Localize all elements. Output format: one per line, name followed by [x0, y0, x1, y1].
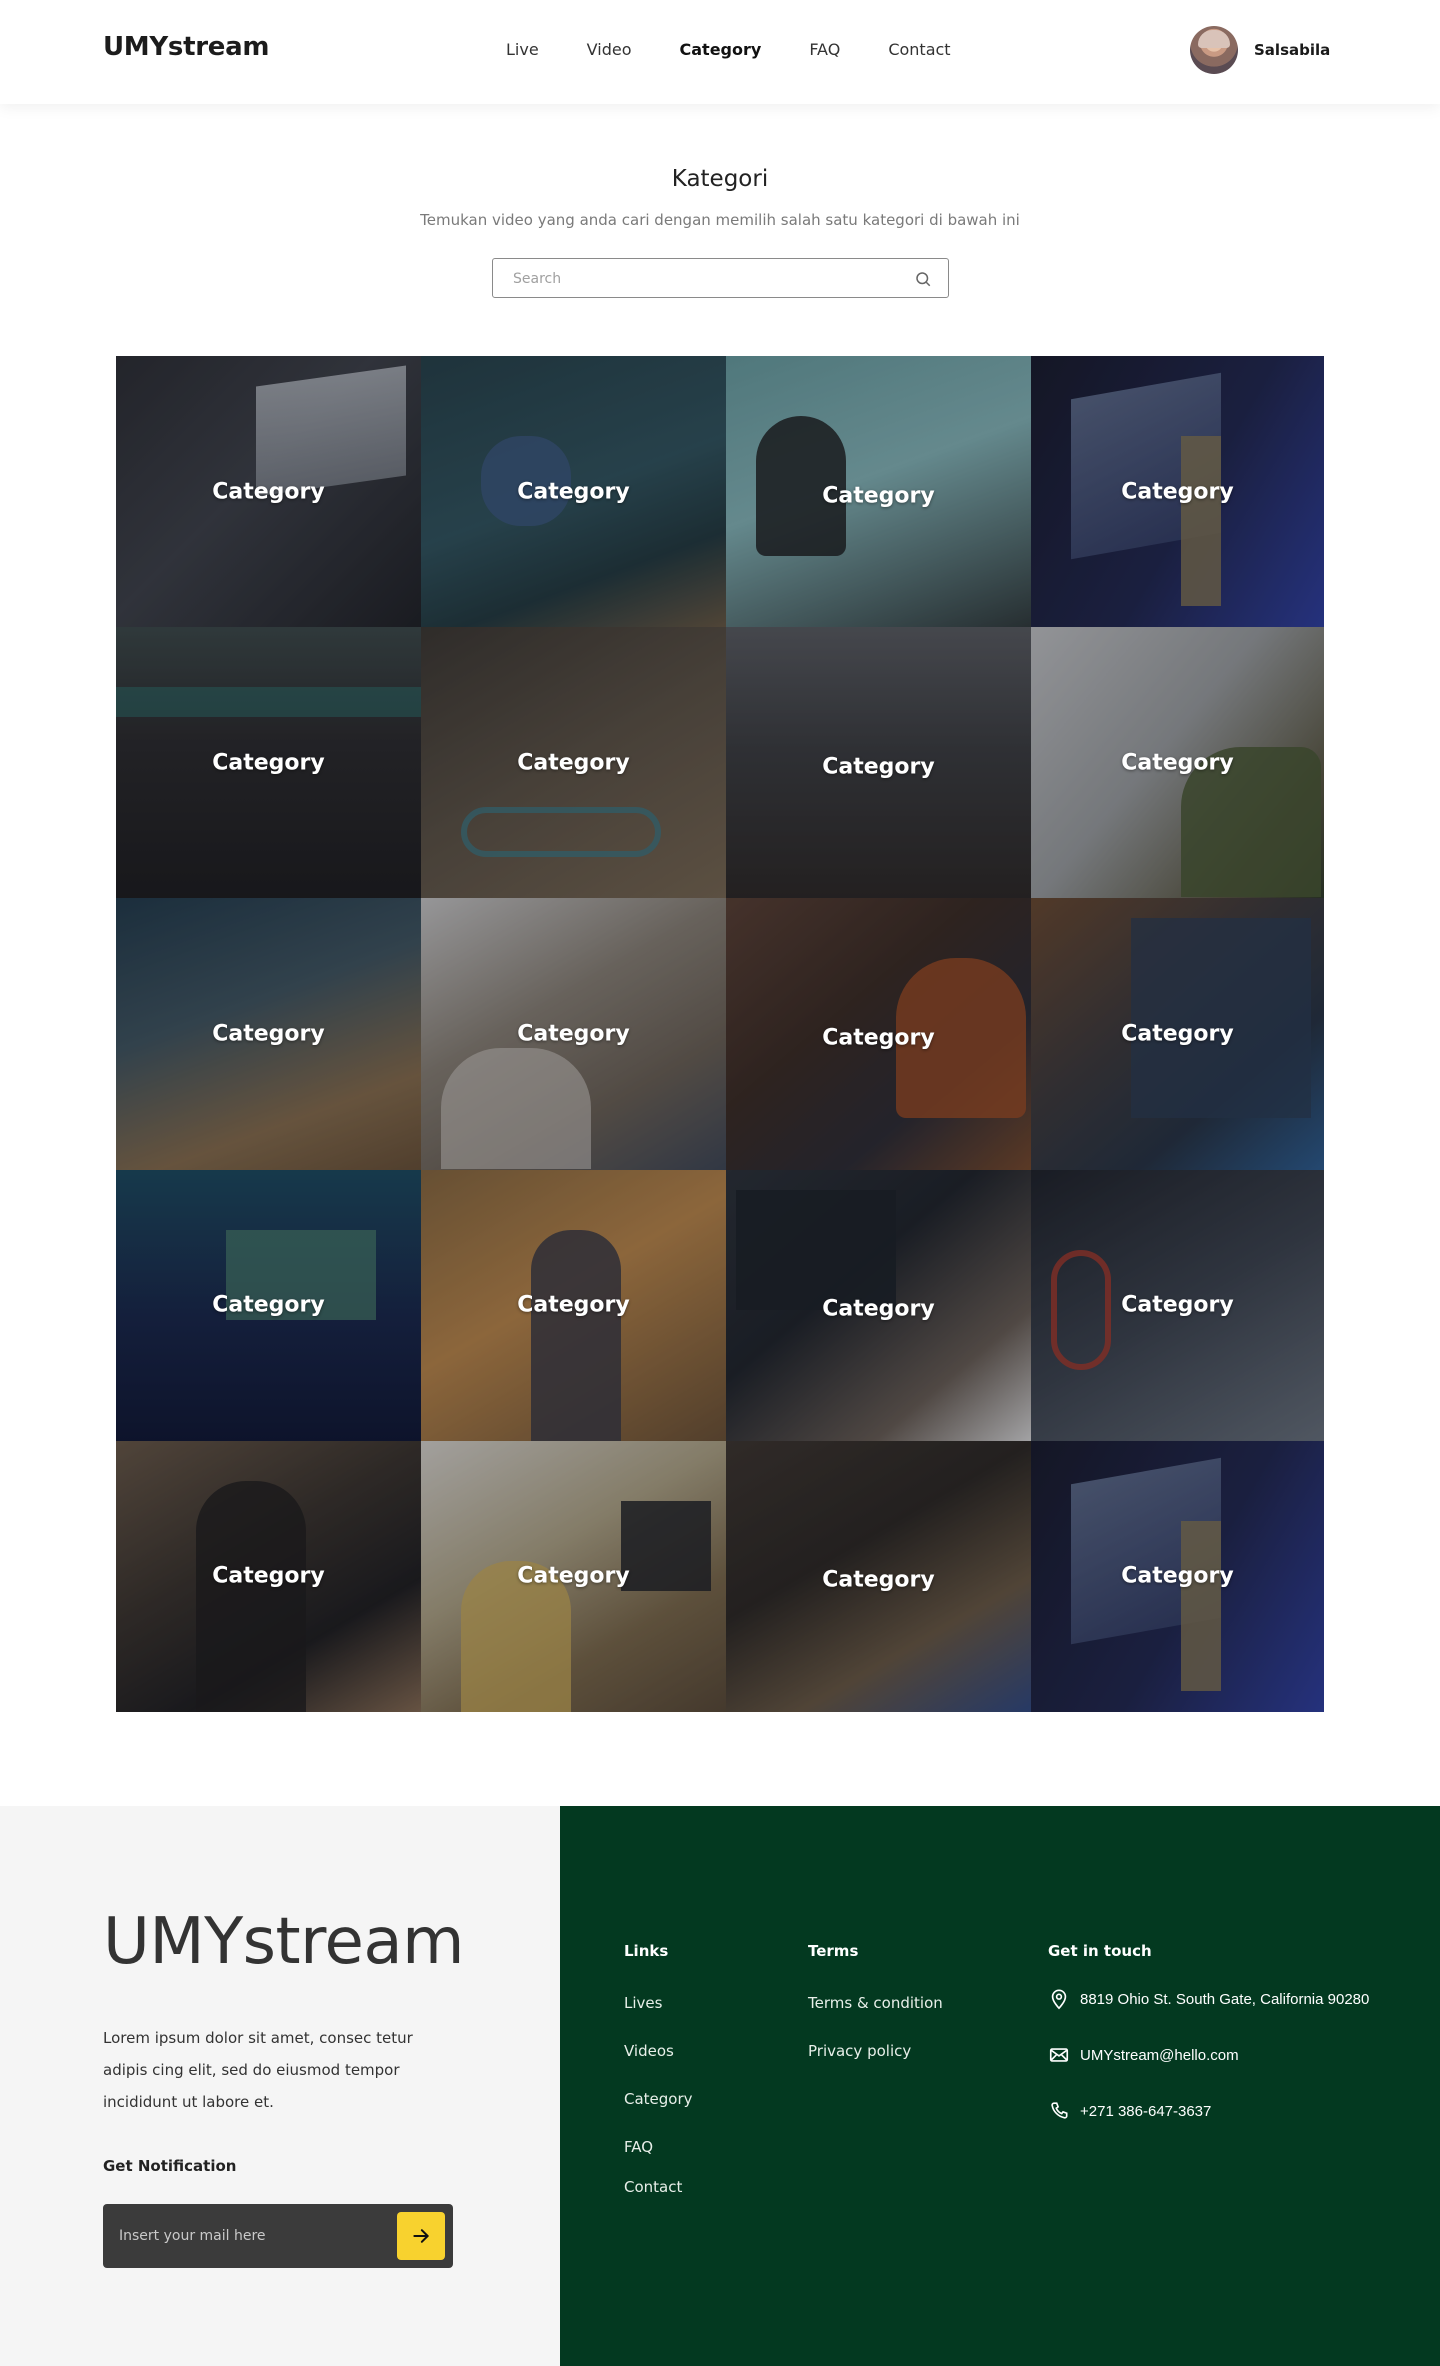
category-tile[interactable]: Category: [1031, 627, 1324, 899]
category-tile[interactable]: Category: [1031, 1169, 1324, 1441]
category-tile[interactable]: Category: [726, 898, 1031, 1170]
category-label: Category: [822, 1296, 935, 1322]
nav-contact[interactable]: Contact: [888, 40, 950, 59]
category-label: Category: [212, 479, 325, 505]
category-tile[interactable]: Category: [116, 1169, 421, 1441]
site-header: UMYstream Live Video Category FAQ Contac…: [0, 0, 1440, 104]
contact-email-text[interactable]: UMYstream@hello.com: [1080, 2047, 1239, 2064]
mail-icon: [1048, 2044, 1070, 2066]
nav-faq[interactable]: FAQ: [809, 40, 840, 59]
user-name[interactable]: Salsabila: [1254, 41, 1330, 59]
search-icon[interactable]: [914, 270, 932, 288]
category-label: Category: [517, 479, 630, 505]
search-input[interactable]: [513, 269, 893, 289]
category-label: Category: [212, 750, 325, 776]
category-label: Category: [1121, 1563, 1234, 1589]
category-label: Category: [517, 1563, 630, 1589]
footer-link-category[interactable]: Category: [624, 2090, 693, 2108]
footer-link-videos[interactable]: Videos: [624, 2042, 674, 2060]
footer-link-faq[interactable]: FAQ: [624, 2138, 653, 2156]
category-tile[interactable]: Category: [726, 1440, 1031, 1712]
location-pin-icon: [1048, 1988, 1070, 2010]
category-label: Category: [1121, 1292, 1234, 1318]
email-input[interactable]: [119, 2226, 379, 2246]
notification-title: Get Notification: [103, 2157, 237, 2175]
category-tile[interactable]: Category: [116, 1440, 421, 1712]
nav-category[interactable]: Category: [680, 40, 762, 59]
category-tile[interactable]: Category: [726, 627, 1031, 899]
page-title: Kategori: [671, 166, 769, 192]
user-menu[interactable]: Salsabila: [1190, 26, 1330, 74]
main-nav: Live Video Category FAQ Contact: [506, 40, 999, 59]
page-subtitle: Temukan video yang anda cari dengan memi…: [420, 211, 1020, 229]
category-label: Category: [517, 1292, 630, 1318]
footer-link-privacy[interactable]: Privacy policy: [808, 2042, 911, 2060]
category-tile[interactable]: Category: [421, 1169, 726, 1441]
nav-live[interactable]: Live: [506, 40, 539, 59]
category-label: Category: [1121, 1021, 1234, 1047]
subscribe-button[interactable]: [397, 2212, 445, 2260]
footer-description: Lorem ipsum dolor sit amet, consec tetur…: [103, 2029, 413, 2111]
category-grid: Category Category Category Category Cate…: [116, 356, 1324, 1712]
category-label: Category: [822, 483, 935, 509]
subscribe-form: [103, 2204, 453, 2268]
contact-title: Get in touch: [1048, 1942, 1152, 1960]
category-label: Category: [822, 1567, 935, 1593]
category-tile[interactable]: Category: [1031, 1440, 1324, 1712]
contact-phone-text[interactable]: +271 386-647-3637: [1080, 2103, 1211, 2120]
category-tile[interactable]: Category: [116, 356, 421, 628]
category-label: Category: [1121, 479, 1234, 505]
category-tile[interactable]: Category: [726, 356, 1031, 628]
category-tile[interactable]: Category: [421, 898, 726, 1170]
category-label: Category: [822, 754, 935, 780]
category-tile[interactable]: Category: [1031, 898, 1324, 1170]
avatar[interactable]: [1190, 26, 1238, 74]
contact-email: UMYstream@hello.com: [1048, 2044, 1239, 2066]
footer-right-panel: [560, 1806, 1440, 2366]
category-label: Category: [517, 750, 630, 776]
category-label: Category: [822, 1025, 935, 1051]
category-tile[interactable]: Category: [421, 627, 726, 899]
footer-link-contact[interactable]: Contact: [624, 2178, 682, 2196]
category-label: Category: [517, 1021, 630, 1047]
terms-title: Terms: [808, 1942, 859, 1960]
category-label: Category: [1121, 750, 1234, 776]
site-logo[interactable]: UMYstream: [103, 32, 269, 62]
links-title: Links: [624, 1942, 669, 1960]
arrow-right-icon: [413, 2229, 429, 2243]
footer-link-lives[interactable]: Lives: [624, 1994, 662, 2012]
search-box: [492, 258, 949, 298]
category-label: Category: [212, 1563, 325, 1589]
contact-address-text: 8819 Ohio St. South Gate, California 902…: [1080, 1990, 1370, 2008]
category-tile[interactable]: Category: [726, 1169, 1031, 1441]
footer-link-terms[interactable]: Terms & condition: [808, 1994, 943, 2012]
category-tile[interactable]: Category: [421, 1440, 726, 1712]
category-tile[interactable]: Category: [116, 627, 421, 899]
nav-video[interactable]: Video: [587, 40, 632, 59]
category-tile[interactable]: Category: [1031, 356, 1324, 628]
contact-address: 8819 Ohio St. South Gate, California 902…: [1048, 1988, 1369, 2010]
contact-phone: +271 386-647-3637: [1048, 2100, 1211, 2122]
footer-logo: UMYstream: [103, 1905, 464, 1979]
phone-icon: [1048, 2100, 1070, 2122]
category-label: Category: [212, 1292, 325, 1318]
category-tile[interactable]: Category: [421, 356, 726, 628]
category-label: Category: [212, 1021, 325, 1047]
category-tile[interactable]: Category: [116, 898, 421, 1170]
